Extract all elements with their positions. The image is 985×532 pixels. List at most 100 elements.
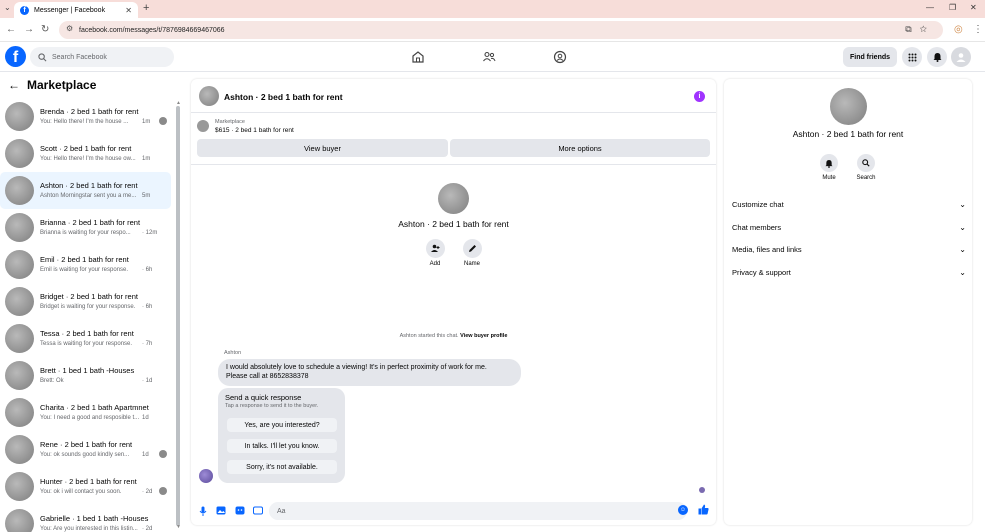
conversation-snippet: Brett: Ok [40,378,64,384]
quick-reply-button[interactable]: Sorry, it's not available. [227,460,337,474]
chevron-down-icon: ⌄ [959,244,966,254]
info-icon[interactable]: i [694,91,705,102]
menu-grid-icon[interactable] [902,47,922,67]
back-icon[interactable]: ← [6,24,16,35]
conversation-time: · 12m [142,230,158,236]
account-avatar-icon[interactable] [951,47,971,67]
search-icon[interactable] [857,154,875,172]
thumbs-up-icon[interactable] [698,504,709,518]
media-files-links-row[interactable]: Media, files and links ⌄ [732,240,966,258]
quick-reply-button[interactable]: Yes, are you interested? [227,418,337,432]
conversation-item[interactable]: Bridget · 2 bed 1 bath for rent Bridget i… [0,283,171,320]
conversation-item[interactable]: Gabrielle · 1 bed 1 bath -Houses You: Are… [0,505,171,532]
window-close-icon[interactable]: ✕ [970,3,977,12]
read-receipt-avatar [699,487,705,493]
scroll-down-icon[interactable]: ▼ [176,524,181,530]
conversation-item[interactable]: Charita · 2 bed 1 bath Apartmnet You: I n… [0,394,171,431]
friends-icon[interactable] [482,50,496,64]
profile-title: Ashton · 2 bed 1 bath for rent [398,219,509,229]
site-info-icon[interactable]: ⚙ [66,24,73,33]
view-buyer-button[interactable]: View buyer [197,139,448,157]
groups-icon[interactable] [553,50,567,64]
conversation-item[interactable]: Rene · 2 bed 1 bath for rent You: ok soun… [0,431,171,468]
browser-tab[interactable]: f Messenger | Facebook ✕ [14,2,138,18]
chat-members-row[interactable]: Chat members ⌄ [732,218,966,236]
privacy-support-row[interactable]: Privacy & support ⌄ [732,263,966,281]
find-friends-button[interactable]: Find friends [843,47,897,67]
conversation-title: Scott · 2 bed 1 bath for rent [40,144,132,153]
conversation-item[interactable]: Brenda · 2 bed 1 bath for rent You: Hello… [0,98,171,135]
name-action[interactable]: Name [457,239,487,267]
browser-menu-icon[interactable]: ⋮ [973,24,983,35]
microphone-icon[interactable] [199,506,207,518]
avatar [5,213,34,242]
profile-avatar[interactable] [438,183,469,214]
conversation-time: · 1d [142,378,153,384]
conversation-item[interactable]: Tessa · 2 bed 1 bath for rent Tessa is wa… [0,320,171,357]
conversation-list: Brenda · 2 bed 1 bath for rent You: Hello… [0,98,176,532]
minimize-icon[interactable]: — [926,3,934,12]
view-buyer-profile-link[interactable]: View buyer profile [460,333,507,339]
quick-reply-button[interactable]: In talks. I'll let you know. [227,439,337,453]
conversation-time: · 6h [142,304,153,310]
tab-close-icon[interactable]: ✕ [125,6,132,15]
conversation-title: Ashton · 2 bed 1 bath for rent [40,181,138,190]
bell-icon[interactable] [820,154,838,172]
more-options-button[interactable]: More options [450,139,710,157]
conversation-snippet: You: ok i will contact you soon. [40,489,122,495]
home-icon[interactable] [411,50,425,64]
restore-icon[interactable]: ❐ [949,3,956,12]
conversation-time: · 2d [142,526,153,532]
left-scrollbar[interactable] [176,106,180,526]
search-action[interactable]: Search [851,154,881,181]
avatar [5,324,34,353]
conversation-item[interactable]: Brianna · 2 bed 1 bath for rent Brianna i… [0,209,171,246]
avatar [5,139,34,168]
message-line-1: I would absolutely love to schedule a vi… [226,364,487,371]
listing-price: $615 · 2 bed 1 bath for rent [215,127,294,134]
chat-avatar[interactable] [199,86,219,106]
info-avatar[interactable] [830,88,867,125]
sticker-icon[interactable] [235,506,245,517]
facebook-favicon-icon: f [20,5,29,15]
avatar [5,398,34,427]
conversation-item[interactable]: Ashton · 2 bed 1 bath for rent Ashton Mor… [0,172,171,209]
facebook-logo-icon[interactable]: f [5,46,26,67]
gif-icon[interactable] [253,506,263,517]
conversation-snippet: Bridget is waiting for your response. [40,304,136,310]
conversation-title: Hunter · 2 bed 1 bath for rent [40,477,137,486]
tab-search-icon[interactable]: ⌄ [4,3,11,12]
quick-response-card: Send a quick response Tap a response to … [218,388,345,483]
conversation-item[interactable]: Emil · 2 bed 1 bath for rent Emil is wait… [0,246,171,283]
seen-avatar [159,450,167,458]
mute-action[interactable]: Mute [814,154,844,181]
browser-profile-icon[interactable]: ◎ [954,24,963,35]
new-tab-icon[interactable]: + [143,2,149,14]
reload-icon[interactable]: ↻ [41,24,49,35]
conversation-item[interactable]: Brett · 1 bed 1 bath -Houses Brett: Ok · 1… [0,357,171,394]
conversation-item[interactable]: Hunter · 2 bed 1 bath for rent You: ok i … [0,468,171,505]
add-person-icon[interactable] [425,239,445,258]
facebook-header: f Search Facebook Find friends [0,42,985,72]
customize-chat-row[interactable]: Customize chat ⌄ [732,195,966,213]
photo-icon[interactable] [216,506,226,517]
chat-title[interactable]: Ashton · 2 bed 1 bath for rent [224,92,343,102]
notifications-bell-icon[interactable] [927,47,947,67]
conversation-time: · 2d [142,489,153,495]
url-field[interactable]: ⚙ facebook.com/messages/t/78769846694670… [59,21,943,39]
name-label: Name [463,261,480,267]
back-arrow-icon[interactable]: ← [8,78,20,92]
add-action[interactable]: Add [420,239,450,267]
conversation-item[interactable]: Scott · 2 bed 1 bath for rent You: Hello … [0,135,171,172]
emoji-icon[interactable]: ☺ [678,505,688,515]
chat-divider [191,164,716,165]
search-box[interactable]: Search Facebook [30,47,174,67]
message-input[interactable]: Aa [269,502,687,520]
forward-icon[interactable]: → [24,24,34,35]
avatar [5,287,34,316]
sender-name: Ashton [224,350,242,356]
sender-avatar[interactable] [199,469,213,483]
chat-panel: Ashton · 2 bed 1 bath for rent i Marketp… [191,79,716,525]
install-and-bookmark-icons[interactable]: ⧉☆ [905,24,935,35]
pencil-icon[interactable] [462,239,482,258]
